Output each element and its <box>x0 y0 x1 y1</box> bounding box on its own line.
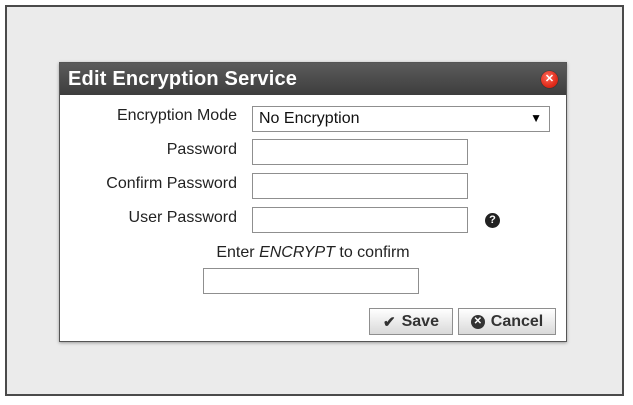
close-icon[interactable]: ✕ <box>541 71 558 88</box>
check-icon: ✔ <box>383 313 396 331</box>
user-password-input[interactable] <box>252 207 468 233</box>
confirm-keyword: ENCRYPT <box>259 244 335 261</box>
confirm-instruction: Enter ENCRYPT to confirm <box>60 244 566 262</box>
edit-encryption-dialog: Edit Encryption Service ✕ Encryption Mod… <box>59 62 567 342</box>
confirm-password-label: Confirm Password <box>106 175 237 192</box>
confirm-suffix: to confirm <box>339 244 410 261</box>
encryption-mode-value: No Encryption <box>259 110 360 127</box>
dialog-title: Edit Encryption Service <box>68 68 298 90</box>
help-icon[interactable]: ? <box>485 213 500 228</box>
save-button[interactable]: ✔ Save <box>369 308 453 335</box>
password-input[interactable] <box>252 139 468 165</box>
dialog-titlebar: Edit Encryption Service ✕ <box>60 63 566 95</box>
encryption-mode-label: Encryption Mode <box>116 107 237 124</box>
dropdown-arrow-icon: ▼ <box>530 111 542 125</box>
confirm-keyword-input[interactable] <box>203 268 419 294</box>
save-button-label: Save <box>401 312 439 330</box>
password-label: Password <box>166 141 237 158</box>
cancel-button-label: Cancel <box>490 312 544 330</box>
cancel-icon: ✕ <box>470 314 485 329</box>
confirm-prefix: Enter <box>216 244 255 261</box>
cancel-button[interactable]: ✕ Cancel <box>458 308 556 335</box>
user-password-label: User Password <box>128 209 237 226</box>
encryption-mode-select[interactable]: No Encryption ▼ <box>252 106 550 132</box>
confirm-password-input[interactable] <box>252 173 468 199</box>
